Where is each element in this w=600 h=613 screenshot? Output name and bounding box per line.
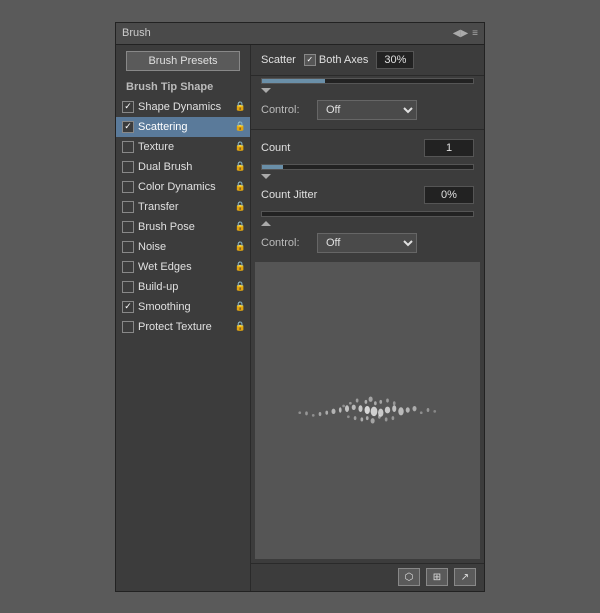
transfer-label: Transfer [138, 201, 233, 213]
sidebar-item-color-dynamics[interactable]: Color Dynamics 🔒 [116, 177, 250, 197]
count-value[interactable]: 1 [424, 139, 474, 157]
toolbar-button-3[interactable]: ↗ [454, 568, 476, 586]
scattering-lock-icon: 🔒 [235, 121, 246, 132]
divider-1 [251, 129, 484, 130]
right-panel: Scatter ✓ Both Axes 30% Control: [251, 45, 484, 591]
both-axes-label: Both Axes [319, 54, 369, 66]
color-dynamics-lock-icon: 🔒 [235, 181, 246, 192]
scatter-label: Scatter [261, 54, 296, 66]
brush-pose-label: Brush Pose [138, 221, 233, 233]
panel-menu-icon[interactable]: ≡ [472, 28, 478, 39]
scattering-checkbox[interactable]: ✓ [122, 121, 134, 133]
sidebar-item-transfer[interactable]: Transfer 🔒 [116, 197, 250, 217]
build-up-lock-icon: 🔒 [235, 281, 246, 292]
smoothing-checkbox[interactable]: ✓ [122, 301, 134, 313]
count-jitter-slider-row[interactable] [251, 209, 484, 219]
count-jitter-slider-track[interactable] [261, 211, 474, 217]
scatter-slider-fill [262, 79, 325, 83]
transfer-checkbox[interactable] [122, 201, 134, 213]
brush-pose-checkbox[interactable] [122, 221, 134, 233]
count-row: Count 1 [251, 134, 484, 162]
scatter-value[interactable]: 30% [376, 51, 414, 69]
brush-preview-svg [266, 370, 469, 450]
noise-label: Noise [138, 241, 233, 253]
count-jitter-label: Count Jitter [261, 189, 317, 201]
sidebar-item-smoothing[interactable]: ✓ Smoothing 🔒 [116, 297, 250, 317]
shape-dynamics-label: Shape Dynamics [138, 101, 233, 113]
count-jitter-row: Count Jitter 0% [251, 181, 484, 209]
panel-titlebar: Brush ◀▶ ≡ [116, 23, 484, 45]
smoothing-lock-icon: 🔒 [235, 301, 246, 312]
sidebar-item-wet-edges[interactable]: Wet Edges 🔒 [116, 257, 250, 277]
color-dynamics-checkbox[interactable] [122, 181, 134, 193]
sidebar-item-scattering[interactable]: ✓ Scattering 🔒 [116, 117, 250, 137]
control-label-2: Control: [261, 237, 311, 249]
count-slider-row[interactable] [251, 162, 484, 172]
count-arrow [251, 172, 484, 181]
wet-edges-checkbox[interactable] [122, 261, 134, 273]
brush-preview-area [255, 262, 480, 559]
brush-pose-lock-icon: 🔒 [235, 221, 246, 232]
color-dynamics-label: Color Dynamics [138, 181, 233, 193]
sidebar-item-build-up[interactable]: Build-up 🔒 [116, 277, 250, 297]
sidebar-item-brush-pose[interactable]: Brush Pose 🔒 [116, 217, 250, 237]
control-label-1: Control: [261, 104, 311, 116]
scatter-arrow [251, 86, 484, 95]
shape-dynamics-lock-icon: 🔒 [235, 101, 246, 112]
texture-checkbox[interactable] [122, 141, 134, 153]
noise-lock-icon: 🔒 [235, 241, 246, 252]
count-label: Count [261, 142, 290, 154]
control-row-1: Control: Off Fade Pen Pressure Pen Tilt … [251, 95, 484, 125]
sidebar-item-shape-dynamics[interactable]: ✓ Shape Dynamics 🔒 [116, 97, 250, 117]
texture-lock-icon: 🔒 [235, 141, 246, 152]
panel-collapse-icon[interactable]: ◀▶ [453, 28, 468, 39]
scatter-slider-row[interactable] [251, 76, 484, 86]
count-jitter-arrow-up-icon [261, 221, 271, 226]
toolbar-button-2[interactable]: ⊞ [426, 568, 448, 586]
scatter-row: Scatter ✓ Both Axes 30% [251, 45, 484, 76]
toolbar-button-1[interactable]: ⬡ [398, 568, 420, 586]
panel-controls: ◀▶ ≡ [453, 28, 478, 39]
build-up-checkbox[interactable] [122, 281, 134, 293]
dual-brush-lock-icon: 🔒 [235, 161, 246, 172]
sidebar-item-dual-brush[interactable]: Dual Brush 🔒 [116, 157, 250, 177]
build-up-label: Build-up [138, 281, 233, 293]
brush-panel: Brush ◀▶ ≡ Brush Presets Brush Tip Shape… [115, 22, 485, 592]
wet-edges-label: Wet Edges [138, 261, 233, 273]
count-slider-track[interactable] [261, 164, 474, 170]
count-slider-fill [262, 165, 283, 169]
brush-presets-button[interactable]: Brush Presets [126, 51, 240, 71]
left-panel: Brush Presets Brush Tip Shape ✓ Shape Dy… [116, 45, 251, 591]
brush-tip-shape-header: Brush Tip Shape [116, 79, 250, 97]
scatter-arrow-down-icon [261, 88, 271, 93]
panel-title: Brush [122, 27, 151, 39]
panel-body: Brush Presets Brush Tip Shape ✓ Shape Dy… [116, 45, 484, 591]
count-jitter-arrow [251, 219, 484, 228]
control-row-2: Control: Off Fade Pen Pressure Pen Tilt … [251, 228, 484, 258]
both-axes-group: ✓ Both Axes [304, 54, 369, 66]
sidebar-item-texture[interactable]: Texture 🔒 [116, 137, 250, 157]
control-select-1[interactable]: Off Fade Pen Pressure Pen Tilt Stylus Wh… [317, 100, 417, 120]
both-axes-checkbox[interactable]: ✓ [304, 54, 316, 66]
count-arrow-down-icon [261, 174, 271, 179]
dual-brush-label: Dual Brush [138, 161, 233, 173]
bottom-toolbar: ⬡ ⊞ ↗ [251, 563, 484, 591]
transfer-lock-icon: 🔒 [235, 201, 246, 212]
scattering-label: Scattering [138, 121, 233, 133]
scatter-slider-track[interactable] [261, 78, 474, 84]
dual-brush-checkbox[interactable] [122, 161, 134, 173]
shape-dynamics-checkbox[interactable]: ✓ [122, 101, 134, 113]
protect-texture-checkbox[interactable] [122, 321, 134, 333]
control-select-2[interactable]: Off Fade Pen Pressure Pen Tilt Stylus Wh… [317, 233, 417, 253]
wet-edges-lock-icon: 🔒 [235, 261, 246, 272]
noise-checkbox[interactable] [122, 241, 134, 253]
texture-label: Texture [138, 141, 233, 153]
count-jitter-value[interactable]: 0% [424, 186, 474, 204]
smoothing-label: Smoothing [138, 301, 233, 313]
sidebar-item-noise[interactable]: Noise 🔒 [116, 237, 250, 257]
sidebar-item-protect-texture[interactable]: Protect Texture 🔒 [116, 317, 250, 337]
protect-texture-lock-icon: 🔒 [235, 321, 246, 332]
protect-texture-label: Protect Texture [138, 321, 233, 333]
